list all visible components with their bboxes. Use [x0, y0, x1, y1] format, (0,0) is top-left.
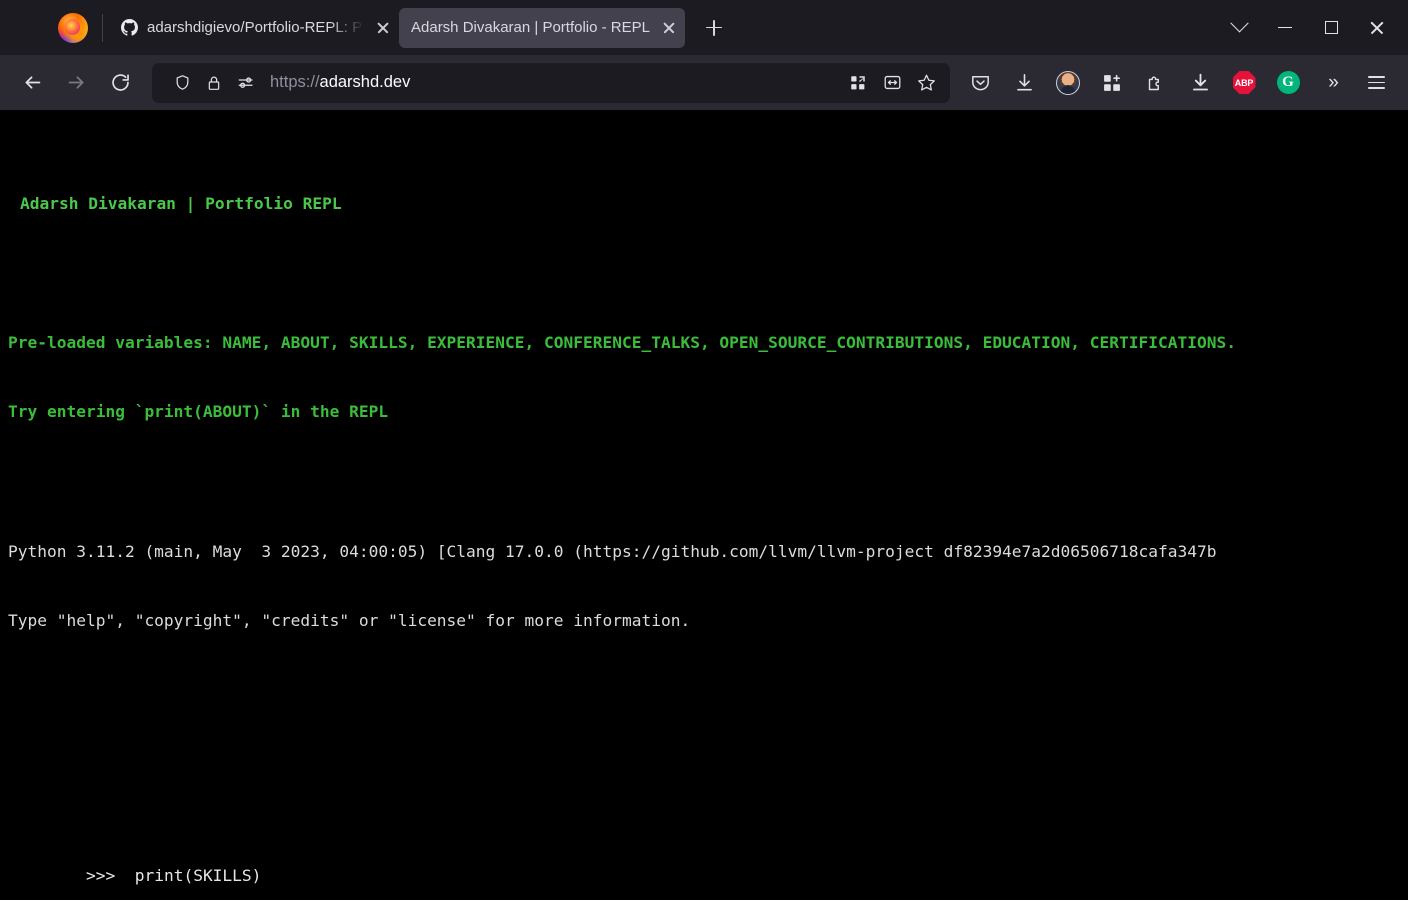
- tab-divider: [102, 13, 103, 42]
- back-button[interactable]: [10, 64, 54, 102]
- maximize-icon: [1324, 21, 1338, 34]
- download-arrow-icon: [1016, 74, 1032, 91]
- tab-title: adarshdigievo/Portfolio-REPL: P: [147, 19, 363, 36]
- puzzle-extension-button[interactable]: [1134, 64, 1178, 102]
- minimize-button[interactable]: [1262, 8, 1308, 48]
- browser-toolbar-icons: ABP G »: [958, 64, 1398, 102]
- reload-icon: [111, 74, 129, 91]
- tab-adarsh-portfolio-repl[interactable]: Adarsh Divakaran | Portfolio - REPL: [399, 7, 685, 48]
- minimize-icon: [1278, 26, 1292, 29]
- url-text[interactable]: https://adarshd.dev: [270, 73, 842, 92]
- split-view-icon[interactable]: [842, 68, 874, 98]
- account-button[interactable]: [1046, 64, 1090, 102]
- repl-title: Adarsh Divakaran | Portfolio REPL: [20, 193, 342, 213]
- close-icon[interactable]: [659, 18, 679, 38]
- prompt-symbol: >>>: [85, 866, 116, 886]
- extensions-button[interactable]: [1090, 64, 1134, 102]
- puzzle-piece-icon: [1148, 76, 1159, 91]
- adblock-plus-button[interactable]: ABP: [1222, 64, 1266, 102]
- window-close-button[interactable]: [1354, 8, 1400, 48]
- address-bar[interactable]: https://adarshd.dev: [152, 62, 950, 103]
- app-menu-button[interactable]: [1354, 64, 1398, 102]
- extensions-grid-icon: [1104, 74, 1120, 91]
- download-manager-button[interactable]: [1178, 64, 1222, 102]
- github-icon: [121, 19, 138, 36]
- reload-button[interactable]: [98, 64, 142, 102]
- tab-portfolio-repl-github[interactable]: adarshdigievo/Portfolio-REPL: P: [109, 8, 399, 48]
- chevron-down-icon: [1229, 14, 1249, 33]
- bookmark-star-icon[interactable]: [910, 68, 942, 98]
- tab-title: Adarsh Divakaran | Portfolio - REPL: [411, 19, 650, 36]
- url-scheme: https://: [270, 73, 320, 91]
- arrow-right-icon: [68, 76, 83, 89]
- shield-icon[interactable]: [166, 69, 198, 97]
- tab-strip: adarshdigievo/Portfolio-REPL: P Adarsh D…: [0, 0, 1408, 55]
- hamburger-menu-icon: [1367, 76, 1385, 89]
- download-icon: [1192, 73, 1208, 91]
- overflow-chevrons-icon: »: [1328, 71, 1338, 93]
- close-icon: [1369, 20, 1385, 36]
- pocket-button[interactable]: [958, 64, 1002, 102]
- arrow-left-icon: [25, 76, 40, 89]
- new-tab-button[interactable]: [697, 11, 731, 45]
- navigation-toolbar: https://adarshd.dev ABP G »: [0, 55, 1408, 110]
- close-icon[interactable]: [373, 18, 393, 38]
- forward-button[interactable]: [54, 64, 98, 102]
- url-host: adarshd.dev: [319, 73, 411, 91]
- address-bar-actions: [842, 68, 942, 98]
- downloads-button[interactable]: [1002, 64, 1046, 102]
- try-entering-line: Try entering `print(ABOUT)` in the REPL: [8, 402, 389, 422]
- grammarly-button[interactable]: G: [1266, 64, 1310, 102]
- firefox-logo-icon: [58, 12, 88, 43]
- lock-icon[interactable]: [198, 69, 230, 97]
- preloaded-variables-line: Pre-loaded variables: NAME, ABOUT, SKILL…: [8, 332, 1236, 352]
- python-banner-line-2: Type "help", "copyright", "credits" or "…: [8, 611, 691, 631]
- grid-arrow-icon: [851, 75, 865, 89]
- browser-window: adarshdigievo/Portfolio-REPL: P Adarsh D…: [0, 0, 1408, 900]
- reader-width-icon[interactable]: [876, 68, 908, 98]
- window-controls: [1216, 0, 1400, 55]
- python-banner-line-1: Python 3.11.2 (main, May 3 2023, 04:00:0…: [8, 541, 1217, 561]
- account-avatar-icon: [1056, 70, 1080, 95]
- page-content[interactable]: Adarsh Divakaran | Portfolio REPL Pre-lo…: [0, 110, 1408, 900]
- adblock-plus-icon: ABP: [1232, 71, 1256, 94]
- list-all-tabs-button[interactable]: [1216, 8, 1262, 48]
- repl-input-line-1: >>> print(SKILLS): [8, 841, 1400, 900]
- permissions-icon[interactable]: [230, 69, 262, 97]
- pocket-icon: [971, 75, 989, 91]
- grammarly-icon: G: [1276, 71, 1300, 94]
- repl-console[interactable]: Adarsh Divakaran | Portfolio REPL Pre-lo…: [0, 122, 1408, 900]
- overflow-menu-button[interactable]: »: [1310, 64, 1354, 102]
- maximize-button[interactable]: [1308, 8, 1354, 48]
- repl-command: print(SKILLS): [134, 866, 262, 886]
